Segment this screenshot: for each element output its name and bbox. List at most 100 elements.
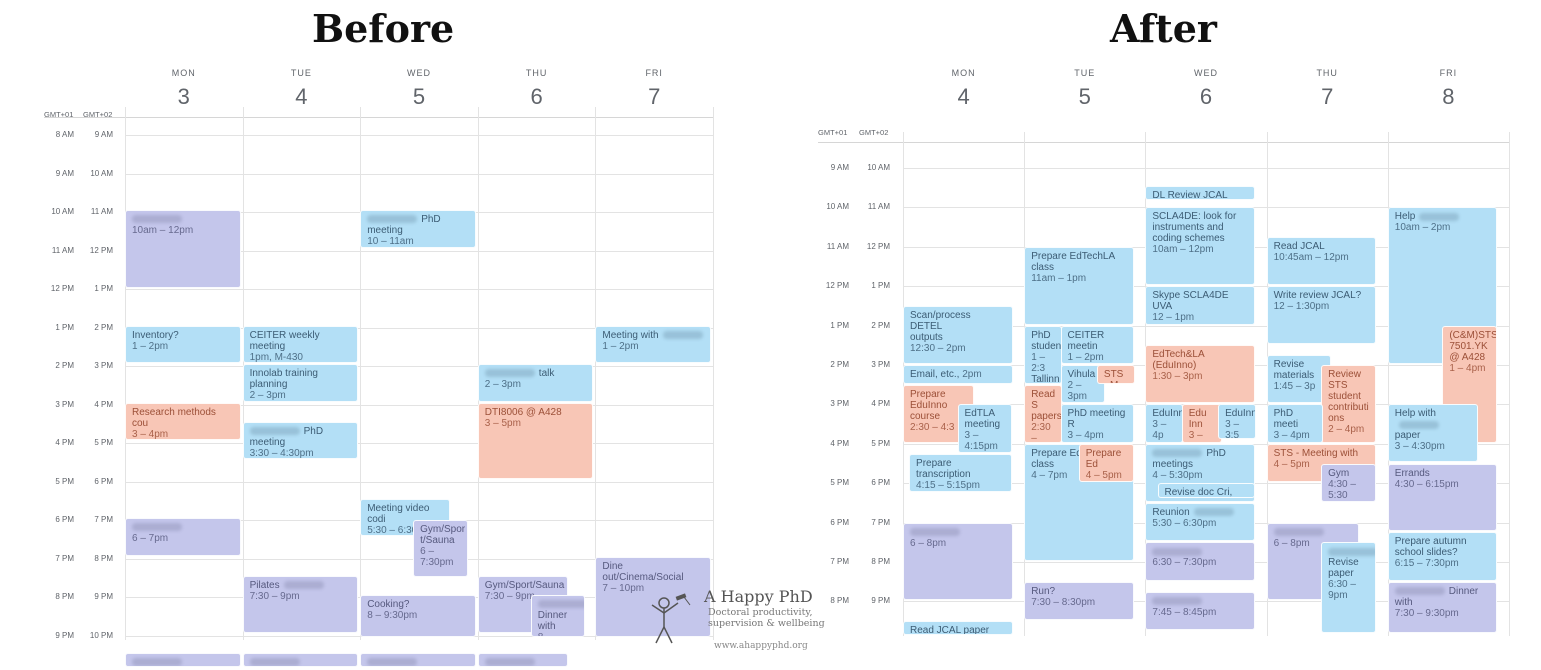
calendar-event[interactable]: Run? 7:30 – 8:30pm	[1024, 581, 1134, 621]
calendar-event[interactable]: Review STS student contributi ons 2 – 4pm	[1321, 365, 1377, 443]
calendar-event[interactable]: EdTech&LA (EduInno) 1:30 – 3pm	[1145, 345, 1255, 404]
event-time: 2pm	[959, 369, 982, 380]
calendar-event[interactable]: Dinner with 7:30 – 9:30pm	[1387, 581, 1498, 633]
calendar-event[interactable]: Scan/process DETEL outputs 12:30 – 2pm	[903, 305, 1013, 364]
day-number[interactable]: 4	[924, 84, 1004, 110]
calendar-event[interactable]: Cooking? 8 – 9:30pm	[360, 595, 476, 637]
calendar-event[interactable]: Reunion 5:30 – 6:30pm	[1145, 502, 1255, 542]
calendar-event[interactable]: Prepare transcription 4:15 – 5:15pm	[909, 453, 1013, 493]
calendar-event[interactable]: Meeting with 1 – 2pm	[595, 325, 711, 364]
day-number[interactable]: 8	[1408, 84, 1488, 110]
calendar-event[interactable]: PhD meeting 10 – 11am	[360, 210, 476, 248]
calendar-event[interactable]: Errands 4:30 – 6:15pm	[1387, 463, 1498, 532]
event-time: 7:30 – 9pm	[249, 590, 300, 602]
event-title-text: Email, etc.,	[910, 369, 960, 380]
calendar-event[interactable]: Edu Inn3 – 4p	[1181, 404, 1223, 443]
event-title-text: Read S	[1031, 388, 1056, 411]
calendar-event[interactable]: 6 – 8pm	[903, 522, 1013, 601]
calendar-event[interactable]: CEITER weekly meeting 1pm, M-430	[242, 325, 359, 364]
calendar-event[interactable]: Write review JCAL? 12 – 1:30pm	[1266, 286, 1377, 345]
event-title-line: ons	[1328, 413, 1345, 424]
day-number[interactable]: 5	[379, 84, 459, 110]
event-title: CEITER weekly meeting	[250, 330, 352, 352]
calendar-event[interactable]: 9:30 – 10:30pm	[125, 652, 241, 667]
calendar-event[interactable]: PhD meeti 3 – 4pm	[1266, 404, 1323, 443]
redacted-text	[132, 523, 182, 532]
calendar-event[interactable]: Dinnerwith8 – 10pm	[530, 595, 586, 637]
calendar-event[interactable]: PhD meeting R3 – 4pm	[1060, 404, 1134, 443]
day-number[interactable]: 6	[1166, 84, 1246, 110]
event-title-line: student	[1031, 340, 1063, 352]
event-title-text: Pilates	[249, 579, 280, 591]
calendar-event[interactable]: CEITER meetin 1 – 2pm	[1060, 325, 1134, 364]
event-title-text: Dine	[602, 560, 623, 572]
calendar-event[interactable]: Help with paper 3 – 4:30pm	[1387, 404, 1478, 463]
calendar-event[interactable]: PhD student 1 – 2:3 Tallinn	[1024, 325, 1063, 384]
calendar-event[interactable]: Email, etc., 2pm	[903, 365, 1013, 384]
day-number[interactable]: 5	[1045, 84, 1125, 110]
redacted-text	[1398, 420, 1439, 429]
event-time: 8 – 10pm	[538, 632, 578, 636]
calendar-event[interactable]: Read JCAL 10:45am – 12pm	[1266, 236, 1377, 286]
day-name-tue: TUE	[290, 68, 312, 78]
redacted-text	[1152, 449, 1203, 458]
event-title: PhD meetings	[1152, 448, 1248, 470]
event-title-text: Cooking?	[367, 599, 410, 611]
calendar-event[interactable]: SCLA4DE: look for instruments and coding s…	[1145, 207, 1255, 286]
day-number[interactable]: 3	[144, 84, 224, 110]
redacted-text	[484, 658, 535, 666]
calendar-event[interactable]: Read Spapers 2:30 –	[1024, 384, 1063, 443]
calendar-event[interactable]: Prepare autumn school slides? 6:15 – 7:30p…	[1387, 532, 1498, 581]
time-label-secondary: 9 AM	[94, 130, 113, 139]
calendar-event[interactable]: Prepare EdTechLA class 11am – 1pm	[1024, 246, 1134, 325]
calendar-event[interactable]: 6:30 – 7:30pm	[1145, 542, 1255, 581]
calendar-event[interactable]: 6 – 7pm	[125, 518, 241, 556]
calendar-event[interactable]: Research methods cou 3 – 4pm	[125, 402, 241, 441]
calendar-event[interactable]: Innolab training planning 2 – 3pm	[242, 364, 359, 402]
calendar-event[interactable]: 9:30 – 10:30pm	[242, 652, 359, 667]
event-title: EdTLA	[965, 408, 1006, 419]
calendar-event[interactable]: Pilates 7:30 – 9pm	[242, 575, 359, 633]
calendar-event[interactable]: PhD meeting 3:30 – 4:30pm	[242, 421, 359, 460]
event-title	[132, 522, 234, 533]
calendar-event[interactable]: 9:30 – 10:30pm	[477, 652, 568, 667]
event-time: 6 – 7:30pm	[420, 546, 454, 568]
day-number[interactable]: 7	[614, 84, 694, 110]
redacted-text	[1193, 508, 1234, 517]
time-label-primary: 2 PM	[55, 361, 74, 370]
calendar-event[interactable]: Gym/Spor t/Sauna 6 – 7:30pm	[413, 520, 468, 577]
calendar-event[interactable]: 7:45 – 8:45pm	[1145, 591, 1255, 630]
event-title: Innolab training planning	[250, 368, 352, 390]
event-title-text: (C&M)STS	[1449, 329, 1498, 341]
calendar-event[interactable]: DL Review JCAL pape	[1145, 185, 1255, 201]
calendar-event[interactable]: Inventory? 1 – 2pm	[125, 325, 241, 364]
event-title-line: paper	[1394, 430, 1421, 442]
event-title: Pilates	[250, 580, 352, 591]
calendar-event[interactable]: talk 2 – 3pm	[477, 364, 594, 402]
event-time: 6:30 – 9pm	[1328, 579, 1356, 602]
day-number[interactable]: 7	[1287, 84, 1367, 110]
event-title: Gym/Spor	[420, 524, 465, 535]
calendar-event[interactable]: EdTLA meeting 3 – 4:15pm	[957, 404, 1013, 453]
calendar-event[interactable]: Prepare Ed 4 – 5pm	[1078, 443, 1134, 483]
calendar-event[interactable]: 9:30 – 10:30pm	[360, 652, 476, 667]
calendar-event[interactable]: EduInn 3 – 4p	[1145, 404, 1184, 443]
calendar-event[interactable]: Read JCAL paper8:30 – 9:30pm	[903, 621, 1013, 636]
grid-top-border	[44, 117, 713, 118]
day-number[interactable]: 6	[497, 84, 577, 110]
event-time: 4 – 5:30pm	[1152, 469, 1203, 481]
event-title-line: meeting	[964, 419, 1001, 431]
event-title	[249, 657, 352, 666]
calendar-event[interactable]: Revise paper 6:30 – 9pm	[1321, 542, 1377, 633]
event-title-text: EduInn	[1152, 408, 1184, 420]
time-label-primary: 10 AM	[826, 202, 849, 212]
calendar-event[interactable]: Skype SCLA4DE UVA 12 – 1pm	[1145, 286, 1255, 325]
calendar-event[interactable]: EduInn 3 – 3:5	[1218, 404, 1257, 439]
calendar-event[interactable]: Revise doc Cri, 5pm	[1157, 483, 1255, 498]
event-title-text: Prepare EduInno	[910, 388, 948, 411]
calendar-event[interactable]: 10am – 12pm	[125, 210, 241, 288]
day-number[interactable]: 4	[261, 84, 341, 110]
calendar-event[interactable]: DTI8006 @ A428 3 – 5pm	[477, 402, 594, 479]
calendar-event[interactable]: STS - M	[1096, 365, 1135, 384]
calendar-event[interactable]: Gym 4:30 – 5:30	[1321, 463, 1377, 502]
